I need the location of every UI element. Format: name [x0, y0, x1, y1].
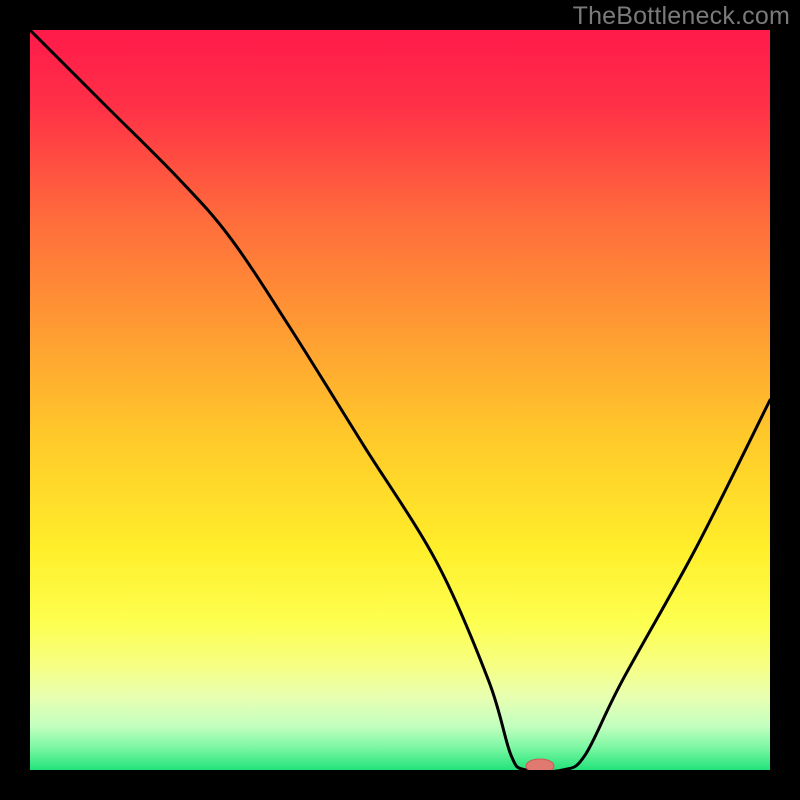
chart-container: TheBottleneck.com	[0, 0, 800, 800]
watermark-text: TheBottleneck.com	[573, 2, 790, 31]
optimum-marker	[526, 759, 554, 770]
plot-area	[30, 30, 770, 770]
chart-svg	[30, 30, 770, 770]
